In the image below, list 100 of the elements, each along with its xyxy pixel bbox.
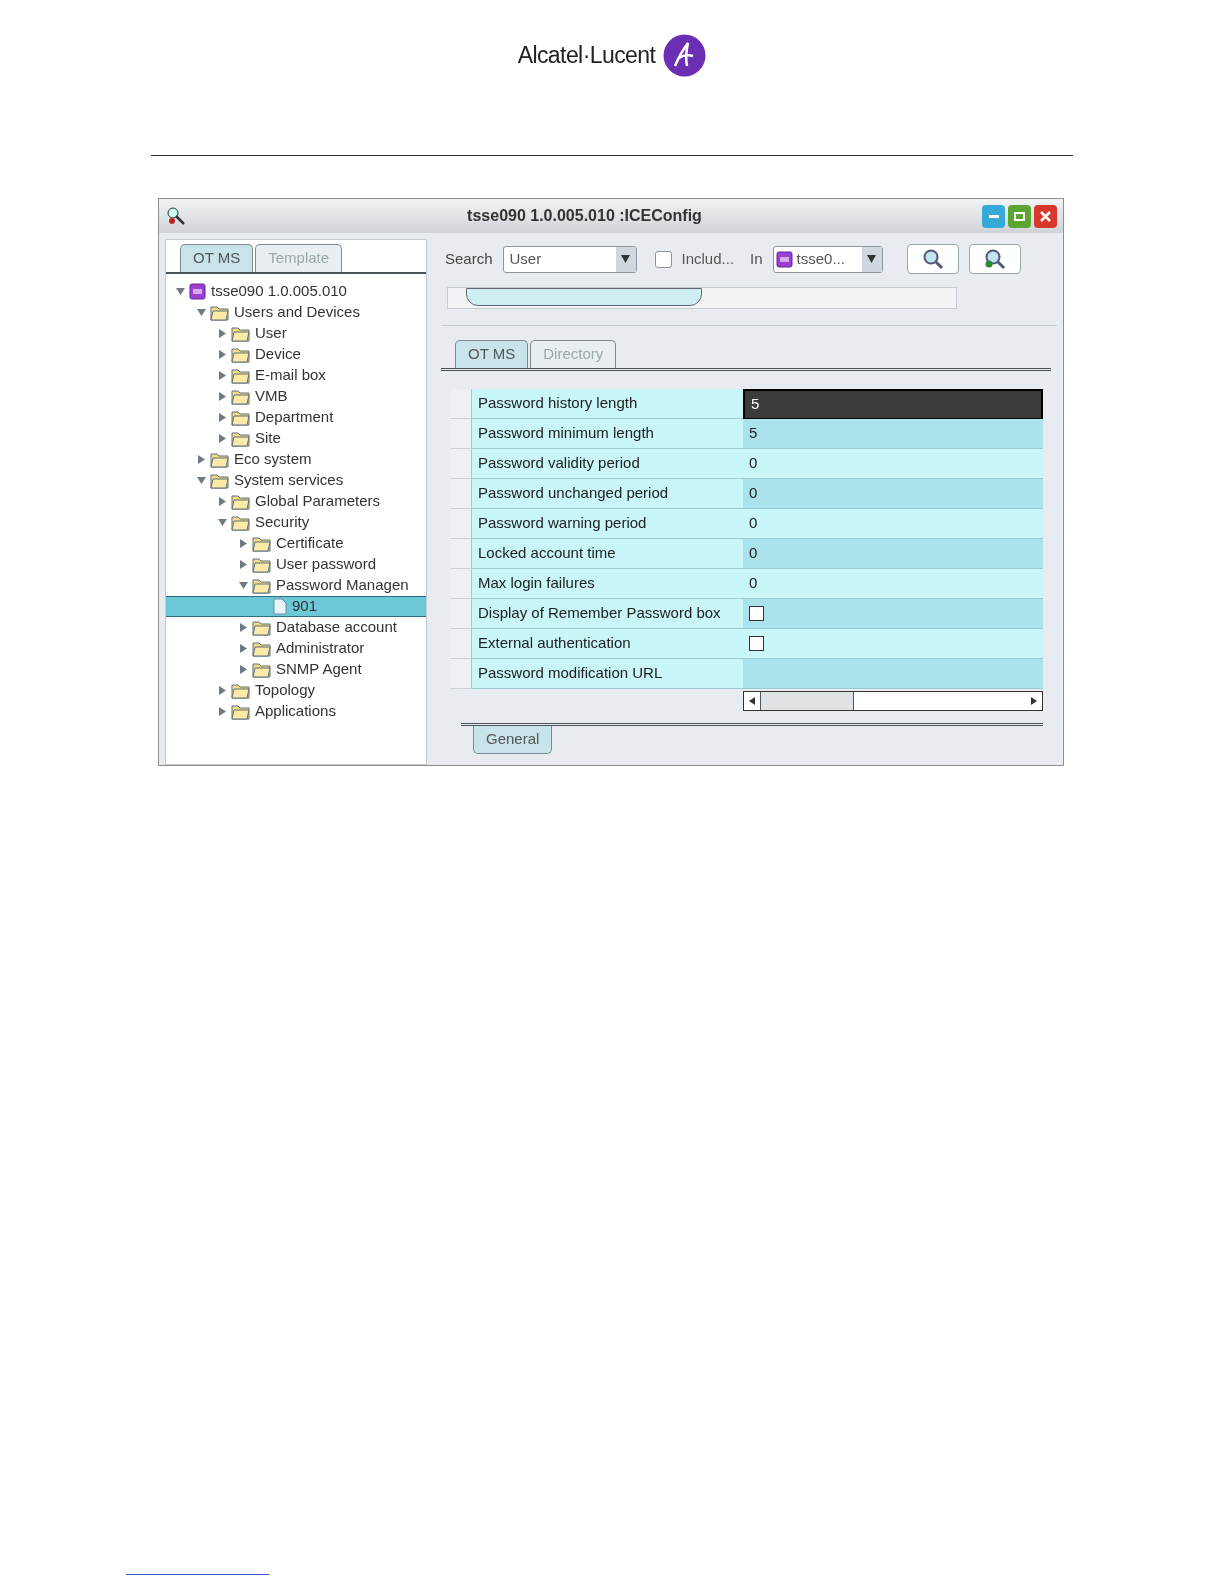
expand-icon[interactable] (218, 686, 227, 695)
property-name: Password unchanged period (471, 479, 743, 509)
folder-icon (231, 409, 250, 426)
property-value[interactable]: 0 (743, 449, 1043, 479)
folder-icon (252, 640, 271, 657)
expand-icon[interactable] (218, 413, 227, 422)
row-header (451, 449, 471, 479)
include-checkbox[interactable] (654, 250, 672, 268)
folder-icon (231, 367, 250, 384)
folder-icon (210, 451, 229, 468)
row-header (451, 419, 471, 449)
property-name: External authentication (471, 629, 743, 659)
folder-icon (210, 304, 229, 321)
selected-row[interactable]: 901 (166, 596, 426, 617)
checkbox[interactable] (749, 606, 764, 621)
server-icon (189, 283, 206, 300)
server-icon (775, 250, 793, 268)
scope-dropdown[interactable]: tsse0... (772, 245, 883, 273)
collapse-icon[interactable] (176, 287, 185, 296)
expand-icon[interactable] (239, 644, 248, 653)
folder-icon (231, 493, 250, 510)
expand-icon[interactable] (218, 497, 227, 506)
collapse-icon[interactable] (197, 476, 206, 485)
property-name: Max login failures (471, 569, 743, 599)
advanced-search-button[interactable] (968, 244, 1021, 274)
expand-icon[interactable] (218, 434, 227, 443)
row-header (451, 479, 471, 509)
tree-item[interactable]: Password Managen (276, 574, 409, 597)
folder-icon (231, 514, 250, 531)
collapse-icon[interactable] (197, 308, 206, 317)
tree-item[interactable]: SNMP Agent (276, 658, 362, 681)
tree-item[interactable]: Administrator (276, 637, 365, 660)
property-value[interactable]: 5 (743, 419, 1043, 449)
tree-item[interactable]: E-mail box (255, 364, 326, 387)
folder-icon (210, 472, 229, 489)
expand-icon[interactable] (239, 560, 248, 569)
expand-icon[interactable] (218, 350, 227, 359)
row-header (451, 569, 471, 599)
property-value[interactable]: 0 (743, 569, 1043, 599)
checkbox[interactable] (749, 636, 764, 651)
tree-item[interactable]: System services (234, 469, 344, 492)
property-value[interactable]: 0 (743, 509, 1043, 539)
expand-icon[interactable] (218, 707, 227, 716)
horizontal-scrollbar[interactable] (743, 691, 1043, 711)
row-header (451, 509, 471, 539)
tab[interactable]: General (473, 726, 553, 754)
close-button[interactable] (1034, 204, 1057, 228)
expand-icon[interactable] (218, 329, 227, 338)
collapse-icon[interactable] (239, 581, 248, 590)
tree-item[interactable]: User (255, 322, 287, 345)
folder-icon (231, 325, 250, 342)
in-label: In (750, 248, 763, 269)
row-header (451, 389, 471, 419)
expand-icon[interactable] (239, 665, 248, 674)
row-header (451, 659, 471, 689)
tree-item[interactable]: User password (276, 553, 377, 576)
logo-text: Alcatel·Lucent (517, 41, 656, 71)
tree-item[interactable]: Device (255, 343, 301, 366)
expand-icon[interactable] (218, 392, 227, 401)
expand-icon[interactable] (239, 623, 248, 632)
document-icon (273, 598, 287, 615)
property-value[interactable]: 5 (743, 389, 1043, 419)
folder-icon (252, 661, 271, 678)
folder-icon (231, 682, 250, 699)
tree-item[interactable]: Security (255, 511, 310, 534)
folder-icon (252, 535, 271, 552)
tree-item[interactable]: Site (255, 427, 281, 450)
tree-item[interactable]: Topology (255, 679, 316, 702)
collapse-icon[interactable] (218, 518, 227, 527)
tree-item[interactable]: tsse090 1.0.005.010 (211, 280, 347, 303)
tree-item[interactable]: Certificate (276, 532, 344, 555)
search-button[interactable] (906, 244, 959, 274)
property-name: Password minimum length (471, 419, 743, 449)
tree-item[interactable]: 901 (292, 595, 318, 618)
property-value[interactable]: 0 (743, 479, 1043, 509)
search-dropdown[interactable]: User (502, 245, 637, 273)
tree-item[interactable]: Department (255, 406, 334, 429)
expand-icon[interactable] (218, 371, 227, 380)
tree-item[interactable]: Database account (276, 616, 397, 639)
property-name: Display of Remember Password box (471, 599, 743, 629)
property-name: Password validity period (471, 449, 743, 479)
folder-icon (231, 430, 250, 447)
row-header (451, 539, 471, 569)
expand-icon[interactable] (239, 539, 248, 548)
tree-item[interactable]: Global Parameters (255, 490, 381, 513)
tab[interactable]: OT MS (455, 340, 529, 368)
tab[interactable]: OT MS (180, 244, 254, 272)
expand-icon[interactable] (197, 455, 206, 464)
logo-icon (663, 34, 707, 77)
folder-icon (231, 703, 250, 720)
minimize-button[interactable] (982, 204, 1005, 228)
tree-item[interactable]: VMB (255, 385, 288, 408)
row-header (451, 629, 471, 659)
property-name: Password history length (471, 389, 743, 419)
tree-item[interactable]: Users and Devices (234, 301, 360, 324)
tree-item[interactable]: Applications (255, 700, 336, 723)
tree-item[interactable]: Eco system (234, 448, 312, 471)
property-value[interactable]: 0 (743, 539, 1043, 569)
folder-icon (252, 577, 271, 594)
maximize-button[interactable] (1008, 204, 1031, 228)
